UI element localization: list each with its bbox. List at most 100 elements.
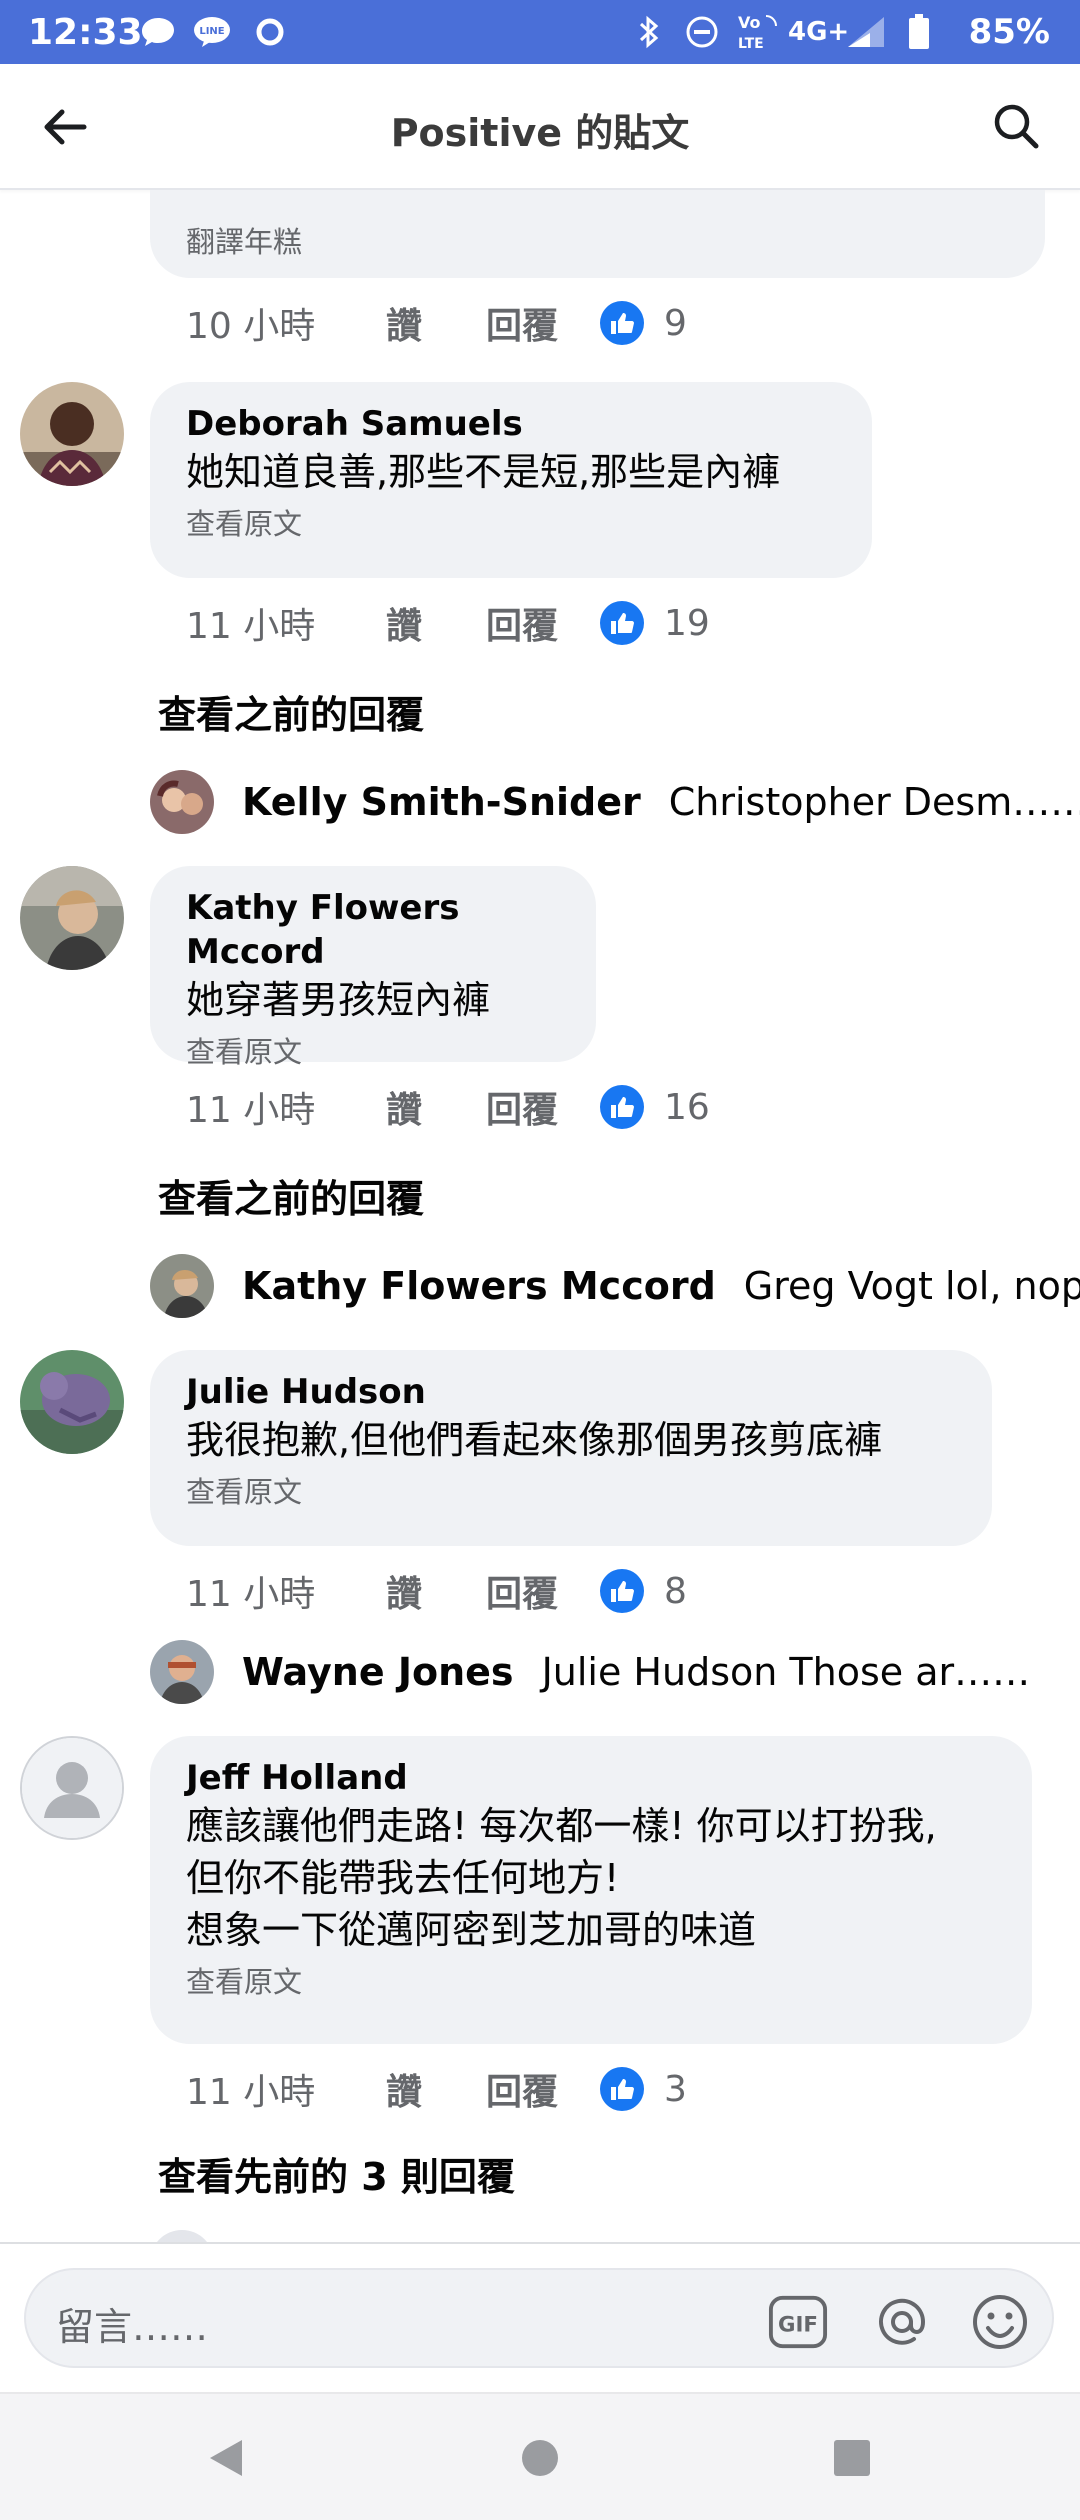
reply-button[interactable]: 回覆 [486,597,600,649]
see-original-link[interactable]: 查看原文 [186,504,836,544]
nav-recents-button[interactable] [828,2434,876,2482]
avatar [150,1640,214,1704]
reaction-number: 3 [664,2068,687,2110]
avatar [150,2230,214,2242]
comment-text-line: 想象一下從邁阿密到芝加哥的味道 [186,1908,757,1952]
comment-placeholder: 留言…… [56,2305,209,2349]
search-icon [994,104,1039,149]
view-previous-replies-link[interactable]: 查看之前的回覆 [158,1168,424,1223]
reply-author[interactable]: Wayne Jones [242,1650,514,1694]
reply-button[interactable]: 回覆 [486,2063,600,2115]
nav-home-icon [522,2440,558,2476]
like-button[interactable]: 讚 [386,297,486,349]
comment-author[interactable]: Julie Hudson [186,1370,956,1414]
comment-input[interactable]: 留言…… GIF [24,2268,1054,2368]
comment-actions: 11 小時 讚 回覆 3 [186,2064,687,2114]
nav-back-icon [210,2440,242,2476]
comment-author[interactable]: Kathy Flowers Mccord [186,886,560,974]
comment-text: 她知道良善,那些不是短,那些是內褲 [186,450,781,494]
comment-text-line: 但你不能帶我去任何地方! [186,1856,620,1900]
reply-preview[interactable]: Kelly Smith-Snider Christopher Desm…… [150,770,1080,834]
status-time: 12:33 [28,12,143,53]
avatar[interactable] [20,1350,124,1454]
system-navigation-bar [0,2392,1080,2520]
emoji-button[interactable] [970,2292,1030,2352]
reaction-number: 19 [664,602,710,644]
like-button[interactable]: 讚 [386,1565,486,1617]
reaction-count[interactable]: 19 [600,601,710,645]
reply-button[interactable]: 回覆 [486,1081,600,1133]
volte-icon: Vo LTE [736,13,780,52]
reply-button[interactable]: 回覆 [486,1565,600,1617]
comment-bubble: Kathy Flowers Mccord 她穿著男孩短內褲 查看原文 [150,866,596,1069]
avatar[interactable] [20,382,124,486]
reply-text: Greg Vogt lol, nope [743,1264,1080,1308]
reaction-count[interactable]: 16 [600,1085,710,1129]
comment-author[interactable]: Deborah Samuels [186,402,836,446]
at-icon [879,2298,926,2345]
translation-label[interactable]: 翻譯年糕 [186,222,1009,262]
see-original-link[interactable]: 查看原文 [186,1472,956,1512]
avatar [150,770,214,834]
reaction-count[interactable]: 8 [600,1569,687,1613]
mention-button[interactable] [872,2292,932,2352]
comments-feed[interactable]: 翻譯年糕 10 小時 讚 回覆 9 Deborah Samuels 她知道良善,… [0,190,1080,2242]
reaction-count[interactable]: 9 [600,301,687,345]
comment-time: 10 小時 [186,306,316,347]
reply-text: Christopher Desm…… [668,780,1080,824]
reply-button[interactable]: 回覆 [486,297,600,349]
comment-time: 11 小時 [186,2072,316,2113]
battery-percentage: 85% [968,12,1050,52]
nav-home-button[interactable] [516,2434,564,2482]
avatar[interactable] [20,1736,124,1840]
see-original-link[interactable]: 查看原文 [186,1962,996,2002]
like-button[interactable]: 讚 [386,2063,486,2115]
comment-actions: 11 小時 讚 回覆 16 [186,1082,710,1132]
comment-time: 11 小時 [186,1574,316,1615]
bluetooth-icon [636,14,662,50]
like-button[interactable]: 讚 [386,597,486,649]
signal-icon [846,14,886,50]
thumbs-up-icon [600,601,644,645]
comment-time: 11 小時 [186,606,316,647]
svg-text:Vo: Vo [738,13,761,32]
line-app-icon: LINE [192,14,232,50]
avatar[interactable] [20,866,124,970]
comment-text: 她穿著男孩短內褲 [186,978,491,1022]
view-previous-replies-link[interactable]: 查看先前的 3 則回覆 [158,2146,515,2201]
gif-icon: GIF [768,2295,828,2349]
like-button[interactable]: 讚 [386,1081,486,1133]
thumbs-up-icon [600,2067,644,2111]
reply-preview[interactable]: Kathy Flowers Mccord Greg Vogt lol, nope [150,1254,1080,1318]
thumbs-up-icon [600,1569,644,1613]
view-previous-replies-link[interactable]: 查看之前的回覆 [158,684,424,739]
reaction-number: 16 [664,1086,710,1128]
comment-bubble: Julie Hudson 我很抱歉,但他們看起來像那個男孩剪底褲 查看原文 [150,1350,992,1546]
nav-back-button[interactable] [202,2434,250,2482]
network-type: 4G+ [788,17,850,47]
search-button[interactable] [988,98,1044,154]
page-title: Positive 的貼文 [390,111,690,155]
avatar [150,1254,214,1318]
reaction-number: 8 [664,1570,687,1612]
reply-preview[interactable]: Wayne Jones Julie Hudson Those ar…… [150,1640,1030,1704]
comment-actions: 11 小時 讚 回覆 19 [186,598,710,648]
comment-actions: 10 小時 讚 回覆 9 [186,298,687,348]
reply-author[interactable]: Kelly Smith-Snider [242,780,641,824]
comment-bubble: Jeff Holland 應該讓他們走路! 每次都一樣! 你可以打扮我, 但你不… [150,1736,1032,2044]
reaction-number: 9 [664,302,687,344]
gif-button[interactable]: GIF [768,2292,828,2352]
see-original-link[interactable]: 查看原文 [186,1032,560,1072]
battery-icon [908,14,930,50]
svg-text:LTE: LTE [738,36,764,52]
reply-author[interactable]: Kathy Flowers Mccord [242,1264,716,1308]
chat-bubble-icon [140,14,176,50]
comment-composer: 留言…… GIF [0,2242,1080,2390]
reaction-count[interactable]: 3 [600,2067,687,2111]
circle-notification-icon [254,14,286,50]
comment-author[interactable]: Jeff Holland [186,1756,996,1800]
comment-bubble: Deborah Samuels 她知道良善,那些不是短,那些是內褲 查看原文 [150,382,872,578]
comment-text-line: 應該讓他們走路! 每次都一樣! 你可以打扮我, [186,1804,937,1848]
svg-text:GIF: GIF [778,2313,818,2338]
nav-recents-icon [834,2440,870,2476]
